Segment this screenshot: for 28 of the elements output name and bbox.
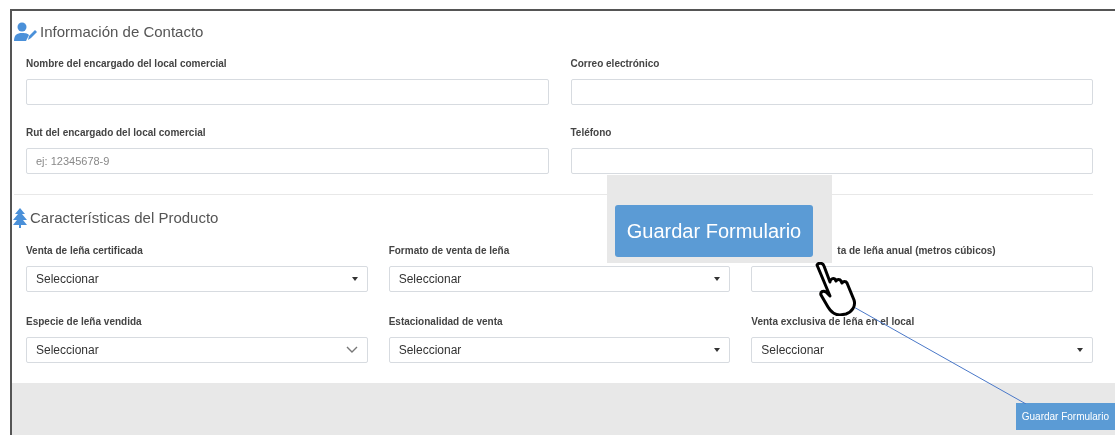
input-field[interactable] [26, 78, 549, 105]
input-field[interactable] [570, 147, 1093, 174]
dropdown-arrow-icon [714, 277, 721, 281]
input-field[interactable] [751, 266, 1093, 292]
select-field[interactable]: Seleccionar [26, 266, 368, 292]
user-edit-icon [14, 22, 38, 43]
dropdown-arrow-icon [351, 277, 358, 281]
dropdown-arrow-icon [714, 348, 721, 352]
section-title: Información de Contacto [40, 22, 204, 42]
select-field[interactable]: Seleccionar [26, 337, 368, 363]
chevron-down-icon [345, 346, 358, 354]
field-label: Venta de leña certificada [26, 245, 143, 256]
input-field[interactable]: ej: 12345678-9 [26, 147, 549, 174]
input-field[interactable] [570, 78, 1093, 105]
field-label: Especie de leña vendida [26, 316, 142, 327]
field-label: Nombre del encargado del local comercial [26, 57, 227, 69]
field-label: Rut del encargado del local comercial [26, 126, 206, 138]
dropdown-arrow-icon [1077, 348, 1083, 352]
select-field[interactable]: Seleccionar [388, 337, 731, 363]
field-label: Estacionalidad de venta [388, 316, 503, 327]
field-label: Formato de venta de leña [388, 245, 510, 256]
field-label: Correo electrónico [570, 57, 660, 69]
select-field[interactable]: Seleccionar [388, 266, 731, 292]
section-title: Características del Producto [30, 207, 219, 228]
select-field[interactable]: Seleccionar [751, 337, 1093, 363]
field-label: Teléfono [570, 126, 612, 138]
tree-icon [13, 207, 27, 228]
field-label: ta de leña anual (metros cúbicos) [837, 245, 996, 256]
